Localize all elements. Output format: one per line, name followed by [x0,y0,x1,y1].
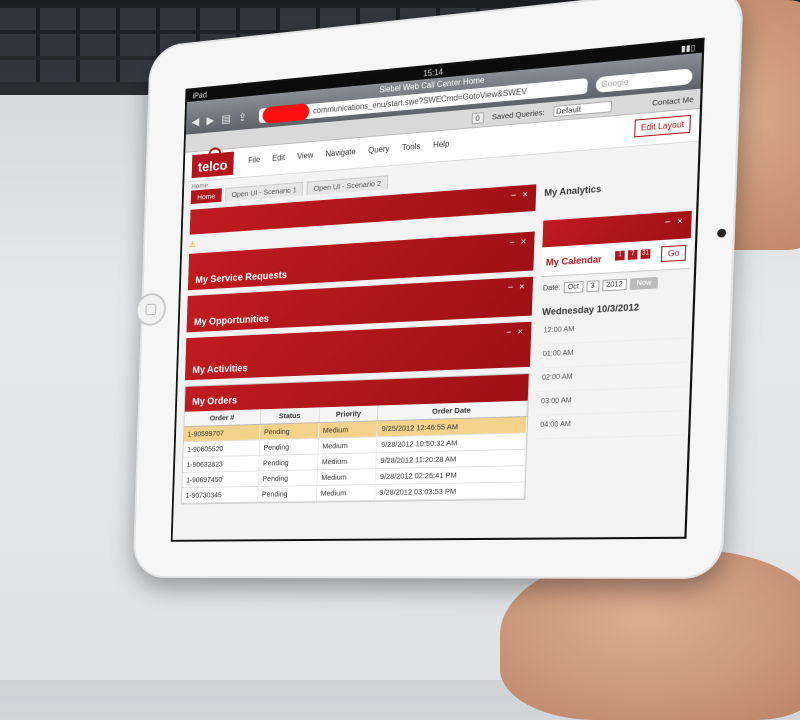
orders-table: Order # Status Priority Order Date 1-905… [181,400,528,504]
ipad-device: iPad 15:14 ▮▮▯ Siebel Web Call Center Ho… [132,0,745,579]
activities-applet: My Activities − × [184,321,532,381]
menu-help[interactable]: Help [433,139,450,149]
order-number-cell[interactable]: 1-90730345 [181,486,259,504]
go-button[interactable]: Go [661,244,687,263]
minimize-icon[interactable]: − [509,237,515,248]
status-cell: Pending [259,438,319,456]
contact-link[interactable]: Contact Me [652,94,694,107]
applet-title: My Orders [192,395,238,408]
month-view-icon[interactable]: 31 [640,249,651,260]
saved-queries-label: Saved Queries: [491,107,545,122]
menu-file[interactable]: File [248,155,260,165]
week-view-icon[interactable]: 7 [627,249,638,260]
calendar-title: My Calendar [545,254,602,268]
menu-navigate[interactable]: Navigate [325,147,355,158]
minimize-icon[interactable]: − [665,216,671,227]
priority-cell: Medium [318,420,378,439]
applet-title: My Service Requests [195,269,288,287]
minimize-icon[interactable]: − [506,327,512,337]
close-icon[interactable]: × [521,236,527,247]
day-select[interactable]: 3 [586,280,599,293]
orders-applet: My Orders Order # Status Priority Order … [180,372,530,505]
now-button[interactable]: Now [629,276,659,290]
priority-cell: Medium [317,436,378,455]
edit-layout-button[interactable]: Edit Layout [634,114,691,138]
clock: 15:14 [423,66,444,78]
status-cell: Pending [259,422,319,440]
column-header[interactable]: Priority [318,405,379,423]
applet-title: My Opportunities [193,313,270,329]
month-select[interactable]: Oct [563,281,584,294]
menu-query[interactable]: Query [368,144,389,155]
battery-icon: ▮▮▯ [680,42,696,54]
saved-queries-select[interactable]: Default [552,100,612,117]
time-slot[interactable]: 04:00 AM [535,411,685,440]
queue-count: 0 [471,111,484,124]
minimize-icon[interactable]: − [508,282,514,293]
redaction-mark [262,103,310,124]
telco-logo: telco [191,151,234,179]
share-icon[interactable]: ⇪ [238,111,247,124]
status-cell: Pending [258,454,318,471]
order-number-cell[interactable]: 1-90605520 [183,439,260,458]
carrier-label: iPad [192,90,208,101]
order-number-cell[interactable]: 1-90632823 [182,455,260,473]
priority-cell: Medium [317,452,377,470]
analytics-title: My Analytics [544,183,602,199]
year-select[interactable]: 2012 [601,278,628,292]
menu-tools[interactable]: Tools [402,142,421,153]
menu-view[interactable]: View [297,151,313,161]
ipad-screen: iPad 15:14 ▮▮▯ Siebel Web Call Center Ho… [170,37,705,542]
order-date-cell: 9/28/2012 03:03:53 PM [374,481,525,501]
column-header[interactable]: Status [260,407,320,425]
close-icon[interactable]: × [519,281,525,292]
order-number-cell[interactable]: 1-90697450 [182,470,259,488]
priority-cell: Medium [316,468,376,486]
right-column: My Analytics − × My Calendar 1 7 31 Go D… [535,173,694,440]
close-icon[interactable]: × [522,189,528,200]
status-cell: Pending [257,485,317,502]
day-view-icon[interactable]: 1 [614,250,625,261]
bookmarks-icon[interactable]: ▤ [221,112,231,125]
status-cell: Pending [258,469,318,487]
minimize-icon[interactable]: − [511,190,517,201]
home-content: − × ⚠ My Service Requests − × My Opportuni… [172,166,698,542]
chevron-left-icon[interactable]: ◀ [191,115,199,128]
close-icon[interactable]: × [677,216,683,227]
applet-title: My Activities [192,363,248,377]
menu-edit[interactable]: Edit [272,153,285,163]
priority-cell: Medium [316,484,376,502]
chevron-right-icon[interactable]: ▶ [206,114,214,127]
close-icon[interactable]: × [517,326,523,336]
date-label: Date: [542,284,561,293]
